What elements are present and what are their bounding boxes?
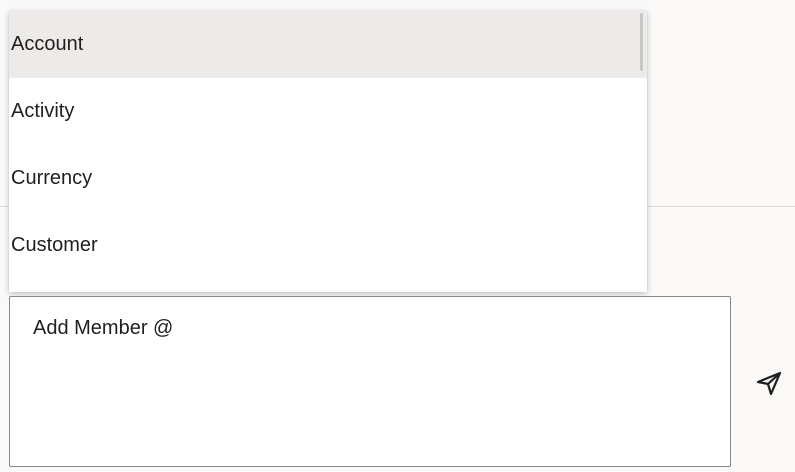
comment-input-text: Add Member @ [33, 317, 174, 339]
dropdown-option-label: Customer [11, 234, 98, 256]
dropdown-option-account[interactable]: Account [9, 11, 647, 78]
dropdown-scrollbar[interactable] [640, 13, 643, 71]
mention-suggestions-dropdown[interactable]: Account Activity Currency Customer [9, 11, 647, 292]
dropdown-option-label: Activity [11, 100, 75, 122]
dropdown-option-label: Currency [11, 167, 93, 189]
send-icon [756, 371, 782, 396]
dropdown-option-currency[interactable]: Currency [9, 145, 647, 212]
dropdown-option-label: Account [11, 33, 84, 55]
dropdown-option-activity[interactable]: Activity [9, 78, 647, 145]
send-button[interactable] [750, 364, 788, 402]
page: Account Activity Currency Customer Add M… [0, 0, 795, 472]
dropdown-option-customer[interactable]: Customer [9, 212, 647, 279]
comment-input[interactable]: Add Member @ [9, 296, 731, 467]
